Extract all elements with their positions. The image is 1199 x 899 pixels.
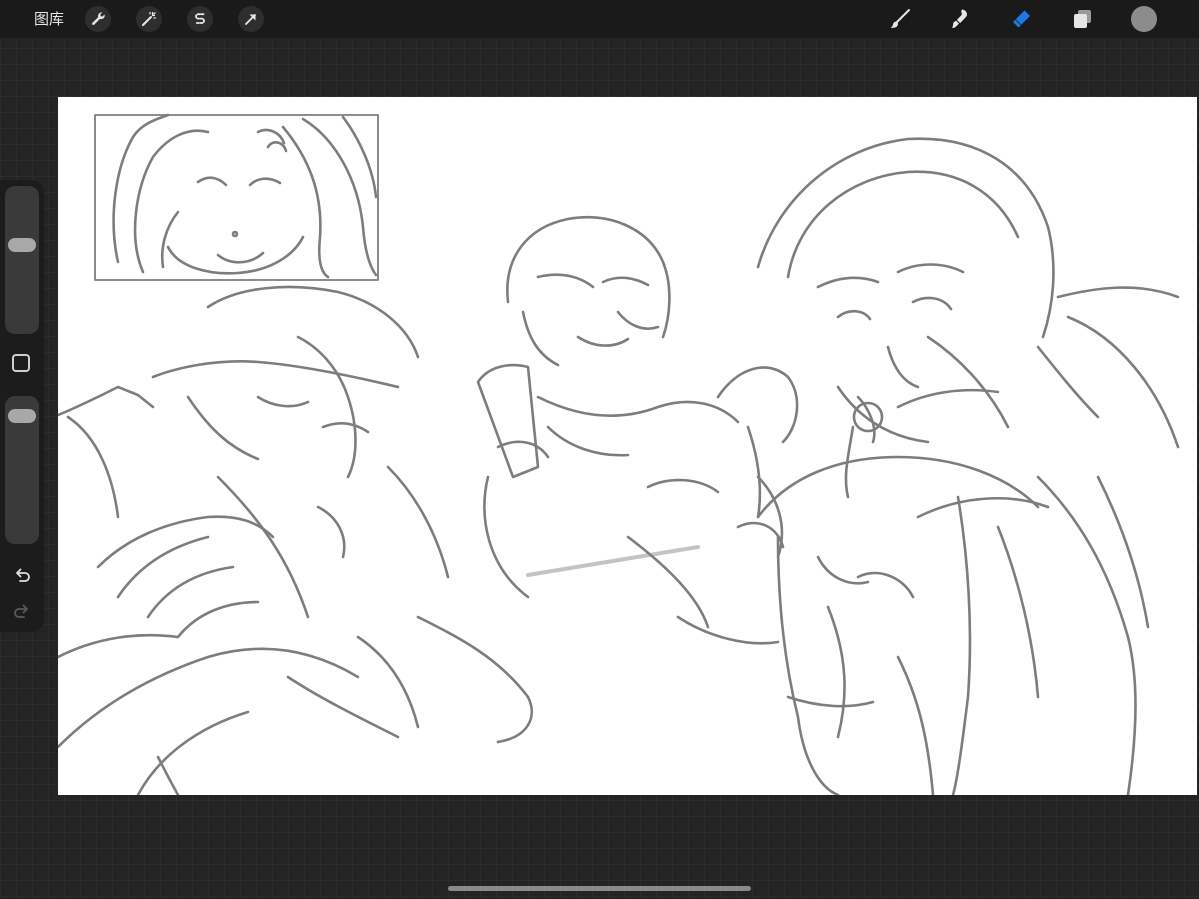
selection-button[interactable] — [187, 6, 213, 32]
inset-smiling-face — [112, 113, 378, 279]
smudge-tool[interactable] — [946, 5, 974, 33]
undo-button[interactable] — [10, 563, 34, 587]
brush-tool[interactable] — [886, 5, 914, 33]
brush-icon — [890, 9, 910, 28]
eraser-icon — [1013, 10, 1030, 28]
opacity-slider[interactable] — [5, 396, 39, 544]
top-toolbar: 图库 — [0, 0, 1199, 38]
layers-button[interactable] — [1068, 5, 1096, 33]
left-character-eating — [58, 285, 534, 795]
layers-icon — [1074, 10, 1091, 28]
redo-icon — [14, 604, 28, 618]
wrench-icon — [92, 12, 105, 26]
adjustments-button[interactable] — [136, 6, 162, 32]
straw-loop — [852, 401, 884, 433]
home-indicator[interactable] — [448, 886, 751, 891]
transform-button[interactable] — [238, 6, 264, 32]
color-picker-button[interactable] — [1131, 6, 1157, 32]
redo-button[interactable] — [10, 599, 34, 623]
smudge-icon — [951, 9, 967, 28]
magic-wand-icon — [142, 11, 156, 26]
procreate-app: 图库 — [0, 0, 1199, 899]
undo-icon — [16, 568, 30, 582]
arrow-cursor-icon — [245, 14, 256, 25]
sketch-artwork — [58, 113, 1180, 795]
brush-size-thumb[interactable] — [8, 237, 36, 252]
right-character-bearded — [736, 137, 1180, 795]
brush-size-slider[interactable] — [5, 186, 39, 334]
gallery-button[interactable]: 图库 — [34, 9, 64, 29]
actions-button[interactable] — [85, 6, 111, 32]
selection-s-icon — [195, 13, 205, 24]
sidebar — [0, 180, 44, 632]
middle-character-drinking — [476, 216, 799, 645]
drawing-canvas[interactable] — [58, 97, 1197, 795]
modify-button[interactable] — [12, 354, 30, 372]
opacity-thumb[interactable] — [8, 408, 36, 423]
eraser-tool[interactable] — [1007, 5, 1035, 33]
